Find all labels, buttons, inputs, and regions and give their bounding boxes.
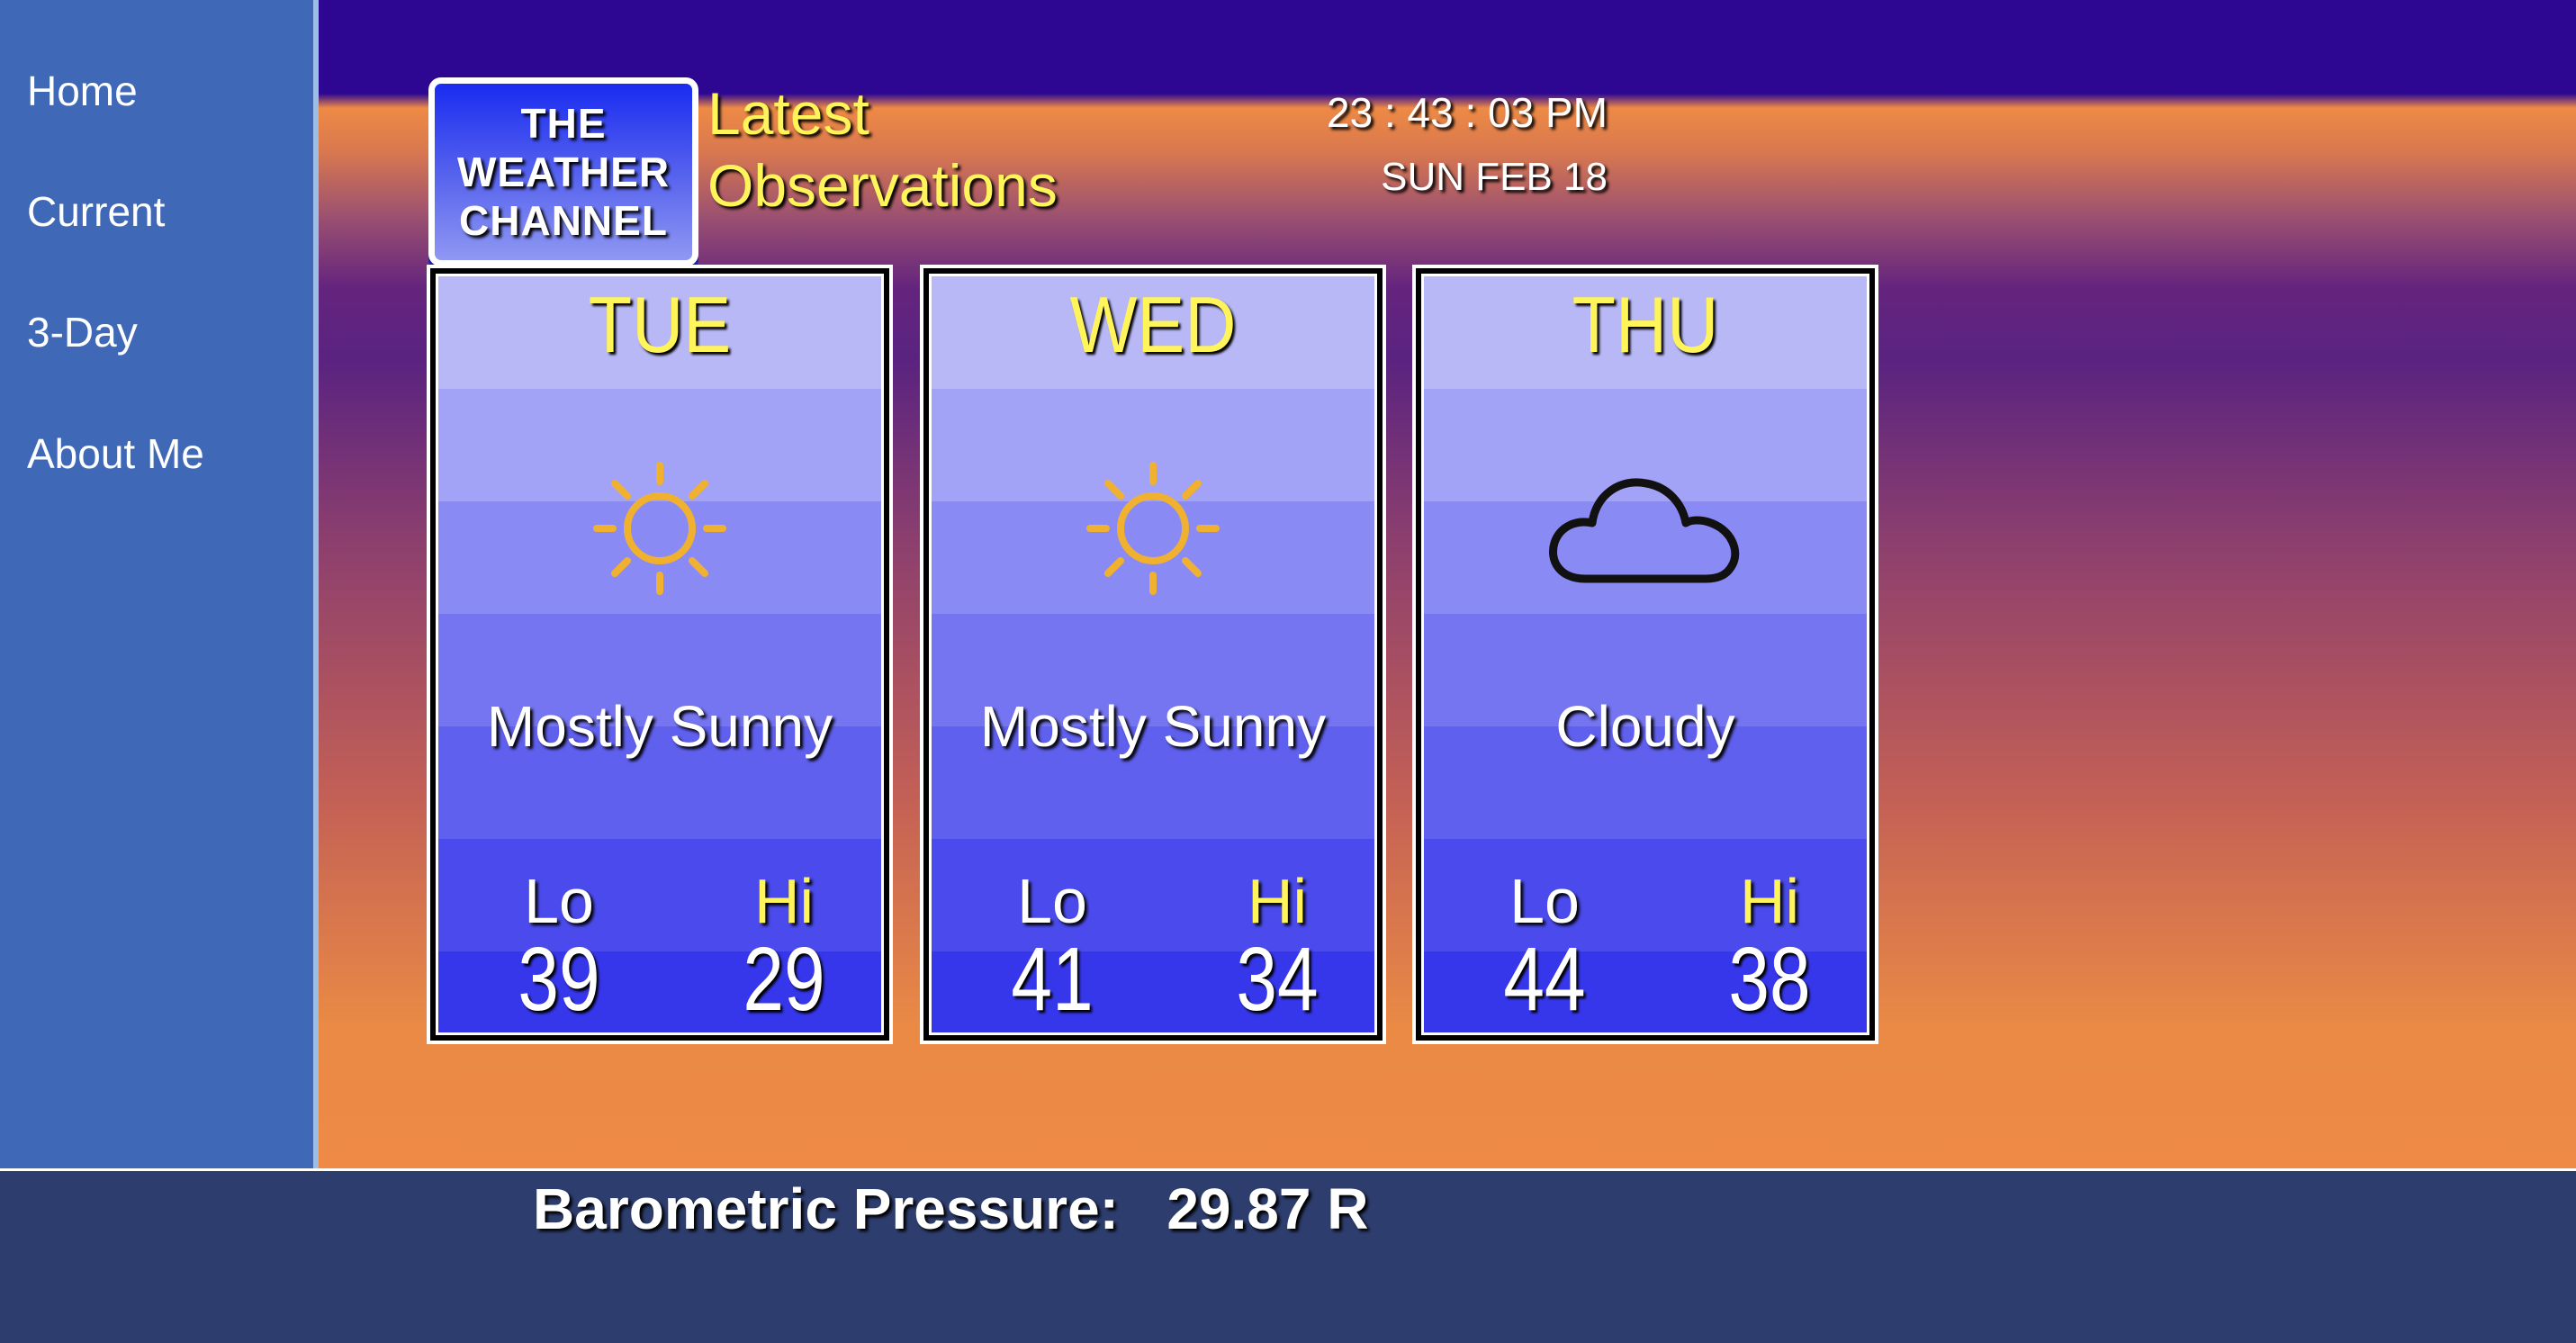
hi-label: Hi [753,866,815,936]
forecast-condition: Mostly Sunny [979,694,1327,759]
lo-label: Lo [1509,866,1580,936]
cloud-icon [1549,478,1740,583]
forecast-card-wed: WED Mostly Sunny Lo Hi 41 34 [920,265,1386,1044]
lo-temp: 44 [1503,929,1586,1030]
forecast-day: TUE [588,280,732,369]
pressure-label: Barometric Pressure: [533,1176,1119,1241]
nav-item-3-day[interactable]: 3-Day [27,311,138,353]
hi-temp: 34 [1236,929,1319,1030]
lo-label: Lo [524,866,594,936]
page-title: Latest Observations [707,77,1058,221]
forecast-condition: Mostly Sunny [486,694,833,759]
sun-icon [593,462,726,595]
hi-temp: 29 [743,929,825,1030]
page-title-line-2: Observations [707,152,1058,219]
clock-date: SUN FEB 18 [1381,155,1608,199]
nav-item-home[interactable]: Home [27,70,138,112]
barometric-pressure: Barometric Pressure: 29.87 R [533,1176,1368,1242]
hi-temp: 38 [1728,929,1811,1030]
nav-item-about-me[interactable]: About Me [27,433,204,474]
forecast-card-tue: TUE Mostly Sunny Lo Hi 39 29 [427,265,893,1044]
lo-label: Lo [1017,866,1087,936]
forecast-day: THU [1572,280,1719,369]
sidebar: Home Current 3-Day About Me [0,0,319,1168]
logo-line-2: WEATHER [456,149,671,195]
forecast-condition: Cloudy [1555,694,1735,759]
clock-time: 23 : 43 : 03 PM [1327,89,1608,136]
logo-line-1: THE [520,100,607,147]
lo-temp: 39 [518,929,600,1030]
pressure-value: 29.87 R [1166,1176,1369,1241]
sun-icon [1086,462,1220,595]
forecast-card-thu: THU Cloudy Lo Hi 44 38 [1412,265,1878,1044]
nav-item-current[interactable]: Current [27,191,165,232]
lo-temp: 41 [1011,929,1094,1030]
page-title-line-1: Latest [707,80,869,147]
hi-label: Hi [1739,866,1800,936]
forecast-day: WED [1069,280,1237,369]
hi-label: Hi [1247,866,1308,936]
weather-channel-logo: THE WEATHER CHANNEL [428,77,698,266]
logo-line-3: CHANNEL [459,197,668,244]
